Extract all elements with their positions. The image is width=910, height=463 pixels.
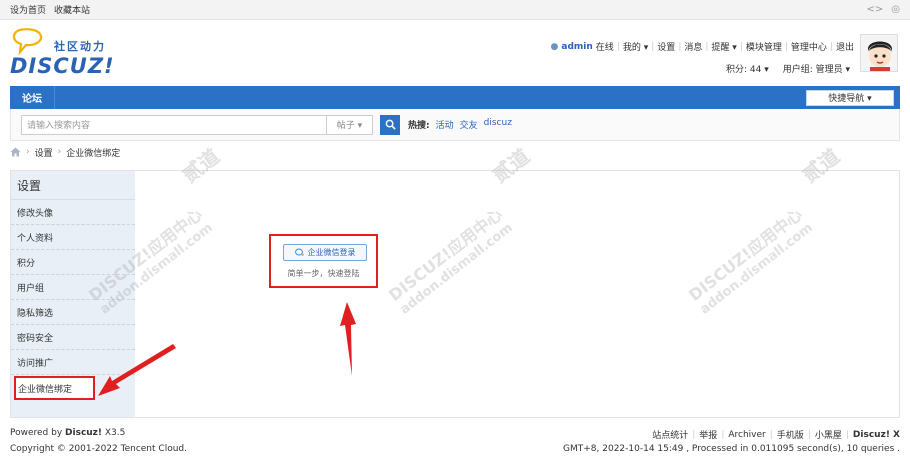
module-management-link[interactable]: 模块管理: [746, 40, 782, 53]
header: 社区动力 DISCUZ! ● admin 在线 | 我的 ▾ | 设置 | 消息…: [0, 20, 910, 86]
sidebar-item-privacy[interactable]: 隐私筛选: [11, 300, 135, 325]
code-icon[interactable]: <>: [867, 4, 884, 15]
wecom-icon: [294, 248, 304, 256]
page-timing: GMT+8, 2022-10-14 15:49 , Processed in 0…: [563, 444, 900, 454]
sidebar-item-password[interactable]: 密码安全: [11, 325, 135, 350]
discuz-logo[interactable]: 社区动力 DISCUZ!: [10, 28, 130, 78]
admin-center-link[interactable]: 管理中心: [791, 40, 827, 53]
top-bar: 设为首页 收藏本站 <> ◎: [0, 0, 910, 20]
points-menu[interactable]: 积分: 44 ▾: [726, 62, 769, 75]
sidebar-item-profile[interactable]: 个人资料: [11, 225, 135, 250]
user-icon: ●: [550, 41, 559, 52]
bookmark-site-link[interactable]: 收藏本站: [54, 3, 90, 16]
avatar[interactable]: [860, 34, 898, 72]
main-nav: 论坛 快捷导航 ▾: [10, 86, 900, 109]
sidebar-item-credits[interactable]: 积分: [11, 250, 135, 275]
footer-link-mobile[interactable]: 手机版: [777, 428, 804, 441]
footer-link-stats[interactable]: 站点统计: [652, 428, 688, 441]
hot-tag[interactable]: 活动: [436, 118, 454, 131]
logo-slogan: 社区动力: [54, 40, 106, 53]
sidebar-item-promotion[interactable]: 访问推广: [11, 350, 135, 375]
search-type-select[interactable]: 帖子 ▾: [327, 114, 373, 135]
login-hint: 简单一步，快速登陆: [287, 269, 360, 278]
breadcrumb-current: 企业微信绑定: [66, 148, 121, 159]
logo-brand: DISCUZ!: [10, 54, 115, 78]
chevron-right-icon: ›: [57, 147, 62, 157]
breadcrumb: › 设置 › 企业微信绑定: [10, 141, 900, 163]
user-menu: ● admin 在线 | 我的 ▾ | 设置 | 消息 | 提醒 ▾ | 模块管…: [550, 40, 854, 54]
annotation-box-login: 企业微信登录 简单一步，快速登陆: [269, 234, 378, 288]
search-input[interactable]: 请输入搜索内容: [21, 114, 327, 135]
footer-link-report[interactable]: 举报: [699, 428, 717, 441]
copyright: Copyright © 2001-2022 Tencent Cloud.: [10, 444, 187, 454]
nav-forum[interactable]: 论坛: [10, 86, 55, 109]
footer-link-discuz[interactable]: Discuz! X: [853, 430, 900, 440]
settings-panel: 设置 修改头像 个人资料 积分 用户组 隐私筛选 密码安全 访问推广 企业微信绑…: [10, 170, 900, 418]
my-menu[interactable]: 我的 ▾: [623, 40, 648, 53]
settings-link[interactable]: 设置: [657, 40, 675, 53]
user-stats: 积分: 44 ▾ 用户组: 管理员 ▾: [726, 62, 850, 75]
sidebar-item-wecom-bind[interactable]: 企业微信绑定: [14, 376, 95, 400]
hot-search: 热搜: 活动 交友 discuz: [408, 118, 512, 131]
search-bar: 请输入搜索内容 帖子 ▾ 热搜: 活动 交友 discuz: [10, 109, 900, 141]
settings-sidebar: 设置 修改头像 个人资料 积分 用户组 隐私筛选 密码安全 访问推广 企业微信绑…: [11, 171, 135, 417]
avatar-face-icon: [861, 35, 897, 71]
footer-links: 站点统计 | 举报 | Archiver | 手机版 | 小黑屋 | Discu…: [652, 428, 900, 442]
sidebar-item-usergroup[interactable]: 用户组: [11, 275, 135, 300]
discuz-link[interactable]: Discuz!: [65, 428, 102, 438]
chevron-right-icon: ›: [26, 147, 30, 157]
search-button[interactable]: [380, 114, 400, 135]
sidebar-item-avatar[interactable]: 修改头像: [11, 200, 135, 225]
hot-tag[interactable]: 交友: [460, 118, 478, 131]
footer-link-archiver[interactable]: Archiver: [728, 430, 765, 440]
reminders-menu[interactable]: 提醒 ▾: [711, 40, 736, 53]
username[interactable]: admin: [561, 42, 592, 52]
theme-icon[interactable]: ◎: [891, 4, 900, 15]
footer: Powered by Discuz! X3.5 Copyright © 2001…: [10, 426, 900, 458]
online-status: 在线: [595, 43, 614, 53]
wecom-login-button[interactable]: 企业微信登录: [283, 244, 367, 261]
sidebar-title: 设置: [11, 171, 135, 200]
messages-link[interactable]: 消息: [684, 40, 702, 53]
quick-nav-button[interactable]: 快捷导航 ▾: [806, 89, 894, 106]
usergroup-menu[interactable]: 用户组: 管理员 ▾: [783, 62, 850, 75]
breadcrumb-settings[interactable]: 设置: [35, 146, 53, 159]
powered-by: Powered by Discuz! X3.5: [10, 428, 126, 438]
home-icon[interactable]: [10, 147, 21, 157]
hot-search-label: 热搜:: [408, 121, 430, 131]
footer-link-blacklist[interactable]: 小黑屋: [815, 428, 842, 441]
search-icon: [385, 119, 396, 130]
logout-link[interactable]: 退出: [836, 40, 854, 53]
wecom-login-label: 企业微信登录: [307, 248, 356, 257]
set-homepage-link[interactable]: 设为首页: [10, 3, 46, 16]
hot-tag[interactable]: discuz: [484, 118, 512, 131]
